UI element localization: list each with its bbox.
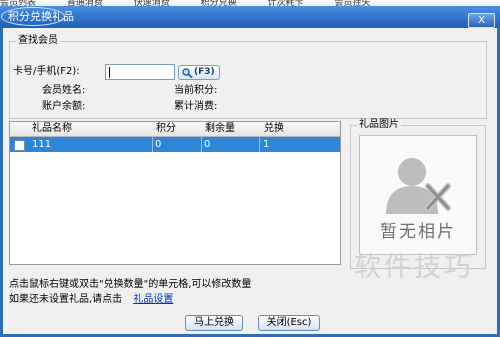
watermark: 软件技巧: [354, 252, 474, 283]
card-number-input[interactable]: [105, 64, 175, 80]
gift-settings-hint: 如果还未设置礼品,请点击 礼品设置: [9, 294, 173, 306]
member-name-label: 会员姓名:: [42, 85, 86, 96]
edit-quantity-hint: 点击鼠标右键或双击"兑换数量"的单元格,可以修改数量: [9, 279, 252, 290]
magnifier-icon: [182, 68, 193, 78]
column-divider: [152, 137, 153, 152]
column-divider: [259, 137, 260, 152]
column-header-points[interactable]: 积分: [156, 123, 176, 135]
column-header-exchange[interactable]: 兑换: [264, 123, 284, 135]
cell-gift-name: 111: [32, 139, 52, 150]
row-checkbox[interactable]: [14, 140, 25, 151]
gift-table-header: 礼品名称 积分 剩余量 兑换: [10, 122, 340, 137]
exchange-now-button[interactable]: 马上兑换: [185, 315, 243, 331]
title-bar[interactable]: 积分兑换礼品 X: [0, 6, 500, 28]
member-search-group: 查找会员 卡号/手机(F2): (F3) 会员姓名: 当前积分: 账户余额: 累…: [9, 35, 487, 119]
close-button[interactable]: 关闭(Esc): [258, 315, 320, 331]
card-number-label: 卡号/手机(F2):: [13, 66, 80, 77]
table-row[interactable]: 111 0 0 1: [10, 137, 340, 152]
gift-settings-link[interactable]: 礼品设置: [133, 294, 173, 305]
member-search-legend: 查找会员: [16, 35, 60, 47]
column-header-remaining[interactable]: 剩余量: [205, 123, 235, 135]
close-window-button[interactable]: X: [468, 13, 495, 28]
search-button-label: (F3): [194, 67, 215, 77]
column-divider: [201, 137, 202, 152]
total-spending-label: 累计消费:: [174, 101, 218, 112]
cell-points: 0: [155, 139, 162, 150]
gift-settings-hint-text: 如果还未设置礼品,请点击: [9, 294, 123, 305]
account-balance-label: 账户余额:: [42, 101, 86, 112]
search-member-button[interactable]: (F3): [178, 65, 220, 80]
text-caret: [109, 67, 110, 78]
no-photo-label: 暂无相片: [380, 222, 456, 242]
cell-exchange-quantity[interactable]: 1: [263, 139, 269, 151]
gift-image-group: 礼品图片 暂无相片: [350, 119, 486, 269]
gift-image-placeholder: 暂无相片: [359, 135, 477, 255]
gift-image-legend: 礼品图片: [357, 119, 401, 131]
column-header-gift-name[interactable]: 礼品名称: [32, 123, 72, 135]
cell-remaining: 0: [204, 139, 211, 150]
gift-table[interactable]: 礼品名称 积分 剩余量 兑换 111 0 0 1: [9, 121, 341, 265]
user-no-photo-icon: [386, 158, 451, 214]
current-points-label: 当前积分:: [174, 85, 218, 96]
exchange-dialog: 查找会员 卡号/手机(F2): (F3) 会员姓名: 当前积分: 账户余额: 累…: [3, 28, 497, 334]
window-title: 积分兑换礼品: [8, 10, 74, 23]
